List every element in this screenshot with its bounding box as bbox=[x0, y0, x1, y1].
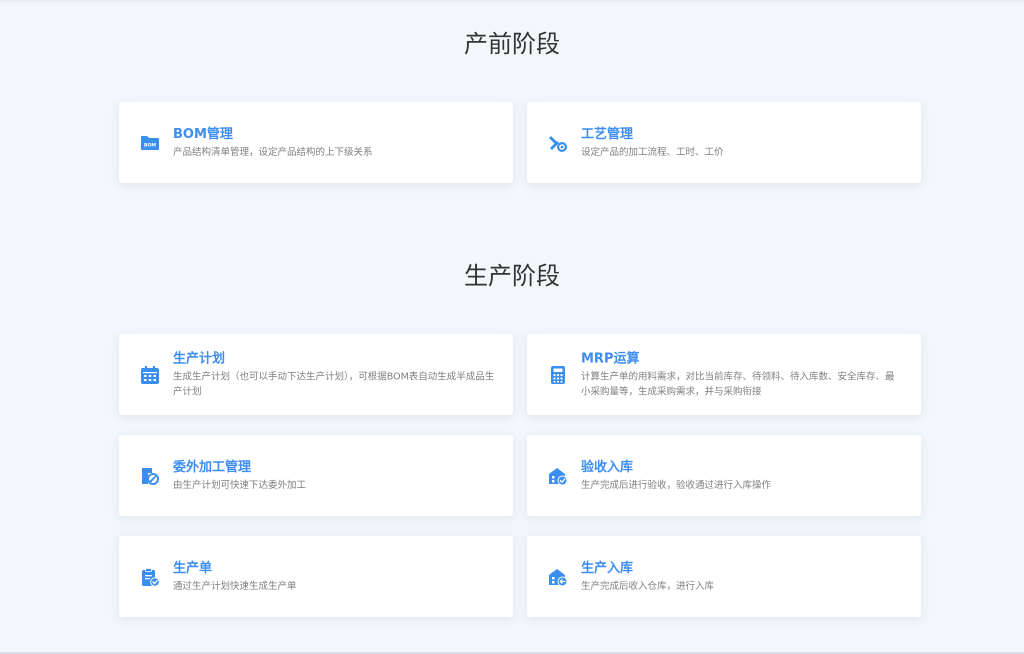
warehouse-check-icon bbox=[549, 467, 568, 485]
card-description: 产品结构清单管理，设定产品结构的上下级关系 bbox=[173, 146, 373, 158]
card-description: 设定产品的加工流程、工时、工价 bbox=[581, 146, 724, 158]
outsource-icon bbox=[142, 467, 159, 485]
card-mrp-calculation[interactable]: MRP运算 计算生产单的用料需求，对比当前库存、待领料、待入库数、安全库存、最小… bbox=[527, 334, 921, 415]
card-description: 计算生产单的用料需求，对比当前库存、待领料、待入库数、安全库存、最小采购量等，生… bbox=[581, 371, 895, 397]
clipboard-check-icon bbox=[142, 567, 160, 587]
card-title: 验收入库 bbox=[581, 459, 634, 475]
card-description: 由生产计划可快速下达委外加工 bbox=[173, 479, 307, 491]
card-title: 生产入库 bbox=[581, 560, 634, 576]
section-title-production: 生产阶段 bbox=[464, 262, 560, 290]
calendar-icon bbox=[141, 365, 159, 384]
card-title: BOM管理 bbox=[173, 126, 233, 142]
bom-folder-icon: BOM bbox=[141, 135, 159, 150]
process-tools-icon bbox=[549, 135, 567, 152]
card-title: 生产单 bbox=[173, 560, 213, 576]
card-production-order[interactable]: 生产单 通过生产计划快速生成生产单 bbox=[119, 536, 513, 617]
top-edge-shadow bbox=[0, 0, 1024, 3]
card-description: 生产完成后收入仓库，进行入库 bbox=[581, 580, 715, 592]
card-title: MRP运算 bbox=[581, 351, 640, 366]
calculator-icon bbox=[551, 365, 565, 384]
card-description: 生成生产计划（也可以手动下达生产计划），可根据BOM表自动生成半成品生产计划 bbox=[173, 371, 495, 397]
card-outsource-processing[interactable]: 委外加工管理 由生产计划可快速下达委外加工 bbox=[119, 435, 513, 516]
card-production-inbound[interactable]: 生产入库 生产完成后收入仓库，进行入库 bbox=[527, 536, 921, 617]
card-description: 通过生产计划快速生成生产单 bbox=[173, 580, 297, 592]
card-production-plan[interactable]: 生产计划 生成生产计划（也可以手动下达生产计划），可根据BOM表自动生成半成品生… bbox=[119, 334, 513, 415]
page: 产前阶段 BOM BOM管理 产品结构清单管理，设定产品结构的上下级关系 工艺管… bbox=[0, 0, 1024, 654]
card-title: 工艺管理 bbox=[581, 126, 634, 142]
card-description: 生产完成后进行验收，验收通过进行入库操作 bbox=[581, 479, 772, 491]
section-title-pre-production: 产前阶段 bbox=[464, 30, 560, 58]
card-process-management[interactable]: 工艺管理 设定产品的加工流程、工时、工价 bbox=[527, 102, 921, 183]
card-title: 生产计划 bbox=[173, 351, 226, 366]
card-acceptance-inbound[interactable]: 验收入库 生产完成后进行验收，验收通过进行入库操作 bbox=[527, 435, 921, 516]
bom-icon-label: BOM bbox=[144, 142, 156, 148]
card-title: 委外加工管理 bbox=[173, 459, 252, 475]
warehouse-in-icon bbox=[549, 568, 568, 586]
card-bom-management[interactable]: BOM BOM管理 产品结构清单管理，设定产品结构的上下级关系 bbox=[119, 102, 513, 183]
